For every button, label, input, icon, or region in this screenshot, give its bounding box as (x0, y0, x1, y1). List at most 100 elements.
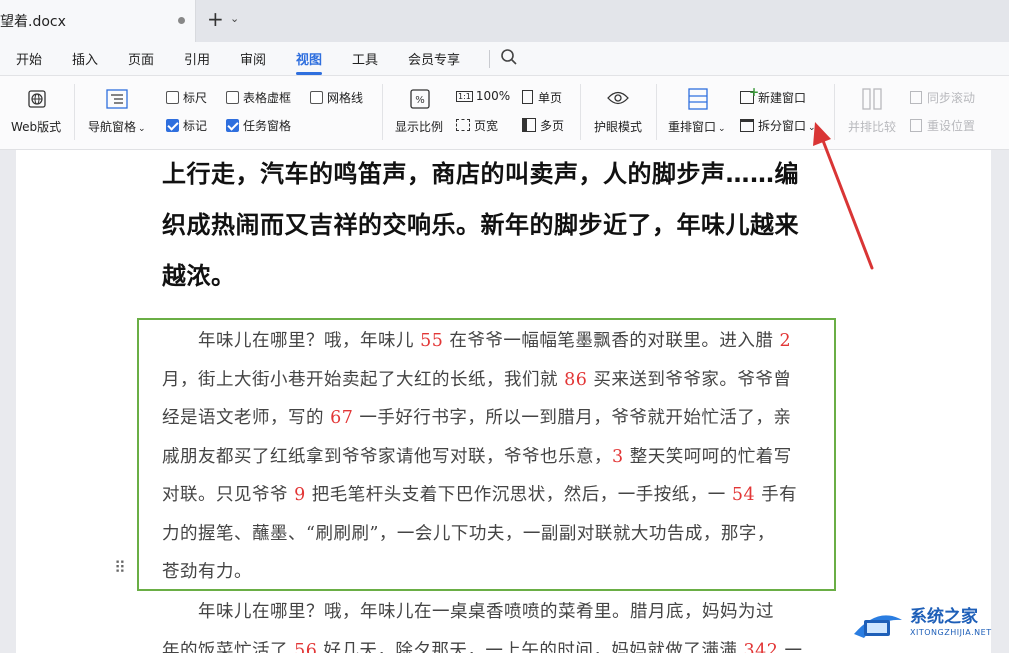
menu-references[interactable]: 引用 (184, 49, 210, 68)
text-run: 手有 (755, 485, 798, 505)
inline-number: 54 (731, 485, 756, 505)
menu-page[interactable]: 页面 (128, 49, 154, 68)
inline-number: 3 (612, 446, 624, 467)
text-run: 力的握笔、蘸墨、“刷刷刷”，一会儿下功夫，一副副对联就大功告成，那字， (162, 523, 775, 544)
site-watermark: 系统之家 XITONGZHIJIA.NET (850, 600, 1000, 648)
multi-page-icon (522, 118, 536, 132)
sync-scroll-icon (910, 91, 922, 104)
page-width-icon (456, 119, 470, 131)
eye-icon (607, 91, 629, 105)
ribbon-divider (834, 84, 835, 140)
drag-handle-icon[interactable]: ⠿ (114, 558, 126, 577)
page-width-button[interactable]: 页宽 (456, 117, 498, 134)
task-pane-checkbox[interactable]: 任务窗格 (226, 117, 291, 134)
document-tab-title: 望着.docx (0, 14, 66, 30)
new-window-button[interactable]: + 新建窗口 (740, 85, 806, 106)
inline-number: 86 (564, 369, 588, 390)
menu-view[interactable]: 视图 (296, 49, 322, 68)
document-tab[interactable]: 望着.docx (0, 0, 196, 42)
ruler-checkbox[interactable]: 标尺 (166, 89, 207, 106)
text-run: 在爷爷一幅幅笔墨飘香的对联里。进入腊 (443, 331, 780, 351)
menu-review[interactable]: 审阅 (240, 49, 266, 68)
text-run: 买来送到爷爷家。爷爷曾 (587, 369, 792, 390)
text-run: 对联。只见爷爷 (162, 485, 295, 505)
table-gridlines-checkbox[interactable]: 表格虚框 (226, 89, 291, 106)
active-menu-indicator (296, 72, 322, 75)
text-run: 年味儿在哪里？哦，年味儿在一桌桌香喷喷的菜肴里。腊月底，妈妈为过 (162, 602, 774, 622)
search-icon[interactable] (500, 48, 518, 66)
gridlines-checkbox[interactable]: 网格线 (310, 89, 363, 106)
menu-home[interactable]: 开始 (16, 49, 42, 68)
side-by-side-icon (862, 88, 882, 110)
multi-page-button[interactable]: 多页 (522, 117, 564, 134)
document-canvas[interactable]: 上行走，汽车的鸣笛声，商店的叫卖声，人的脚步声……编 织成热闹而又吉祥的交响乐。… (0, 150, 1009, 653)
single-page-icon (522, 90, 533, 104)
text-run: 年味儿在哪里？哦，年味儿 (162, 331, 421, 351)
menu-tools[interactable]: 工具 (352, 49, 378, 68)
paragraph-line: 年味儿在哪里？哦，年味儿在一桌桌香喷喷的菜肴里。腊月底，妈妈为过 (162, 598, 774, 623)
single-page-button[interactable]: 单页 (522, 89, 562, 106)
inline-number: 55 (420, 331, 444, 351)
globe-icon (28, 90, 46, 108)
text-run: 月，街上大街小巷开始卖起了大红的长纸，我们就 (162, 369, 565, 390)
paragraph-line: 对联。只见爷爷 9 把毛笔杆头支着下巴作沉思状，然后，一手按纸，一 54 手有 (162, 481, 797, 506)
paragraph-line: 月，街上大街小巷开始卖起了大红的长纸，我们就 86 买来送到爷爷家。爷爷曾 (162, 366, 791, 391)
title-bar: 望着.docx + ⌄ (0, 0, 1009, 42)
inline-number: 2 (779, 331, 792, 351)
eye-protection-label: 护眼模式 (594, 120, 643, 134)
heading-line: 织成热闹而又吉祥的交响乐。新年的脚步近了，年味儿越来 (162, 211, 799, 239)
new-tab-button[interactable]: + (207, 9, 224, 29)
text-run: 把毛笔杆头支着下巴作沉思状，然后，一手按纸，一 (305, 485, 732, 505)
text-run: 整天笑呵呵的忙着写 (623, 446, 792, 467)
paragraph-line: 力的握笔、蘸墨、“刷刷刷”，一会儿下功夫，一副副对联就大功告成，那字， (162, 520, 775, 545)
ribbon-divider (382, 84, 383, 140)
new-tab-dropdown-icon[interactable]: ⌄ (230, 12, 239, 25)
menu-membership[interactable]: 会员专享 (408, 49, 460, 68)
inline-number: 67 (330, 408, 354, 428)
unsaved-dot-icon (178, 17, 185, 24)
zoom-100-button[interactable]: 1:1 100% (456, 89, 510, 103)
arrange-windows-label: 重排窗口 ⌄ (668, 120, 726, 134)
text-run: 经是语文老师，写的 (162, 408, 331, 428)
text-run: 苍劲有力。 (162, 562, 252, 582)
watermark-logo-icon (854, 615, 902, 638)
zoom-ratio-icon: % (410, 89, 430, 109)
paragraph-line: 苍劲有力。 (162, 558, 252, 583)
markers-check-box[interactable] (166, 119, 179, 132)
reset-position-icon (910, 119, 922, 132)
watermark-subtitle: XITONGZHIJIA.NET (910, 628, 992, 637)
inline-number: 9 (294, 485, 306, 505)
text-run: 好几天，除夕那天，一上午的时间，妈妈就做了满满 (317, 640, 744, 653)
text-run: 一 (778, 640, 803, 653)
markers-checkbox[interactable]: 标记 (166, 117, 207, 134)
watermark-title: 系统之家 (910, 607, 978, 627)
side-by-side-label: 并排比较 (848, 120, 897, 134)
split-window-dropdown-icon[interactable]: ⌄ (808, 123, 816, 133)
heading-line: 越浓。 (162, 262, 236, 290)
reset-position-button[interactable]: 重设位置 (910, 117, 975, 134)
split-window-icon (740, 119, 754, 132)
paragraph-line: 经是语文老师，写的 67 一手好行书字，所以一到腊月，爷爷就开始忙活了，亲 (162, 404, 791, 429)
menu-bar: 开始 插入 页面 引用 审阅 视图 工具 会员专享 (0, 42, 1009, 76)
navigation-pane-icon (106, 89, 128, 109)
navigation-pane-label: 导航窗格 ⌄ (88, 120, 146, 134)
web-layout-label: Web版式 (11, 120, 62, 134)
ruler-check-box[interactable] (166, 91, 179, 104)
ribbon-divider (656, 84, 657, 140)
table-gridlines-check-box[interactable] (226, 91, 239, 104)
menu-insert[interactable]: 插入 (72, 49, 98, 68)
paragraph-line: 年的饭菜忙活了 56 好几天，除夕那天，一上午的时间，妈妈就做了满满 342 一 (162, 637, 802, 653)
svg-text:%: % (415, 95, 425, 106)
text-run: 一手好行书字，所以一到腊月，爷爷就开始忙活了，亲 (353, 408, 792, 428)
split-window-button[interactable]: 拆分窗口 ⌄ (740, 117, 816, 134)
inline-number: 342 (743, 640, 779, 653)
task-pane-check-box[interactable] (226, 119, 239, 132)
menu-divider (489, 50, 490, 68)
gridlines-check-box[interactable] (310, 91, 323, 104)
arrange-windows-icon (688, 88, 708, 110)
new-window-icon: + (740, 85, 759, 104)
sync-scroll-button[interactable]: 同步滚动 (910, 89, 975, 106)
text-run: 戚朋友都买了红纸拿到爷爷家请他写对联，爷爷也乐意， (162, 446, 612, 467)
heading-line: 上行走，汽车的鸣笛声，商店的叫卖声，人的脚步声……编 (162, 160, 799, 188)
ribbon-divider (74, 84, 75, 140)
